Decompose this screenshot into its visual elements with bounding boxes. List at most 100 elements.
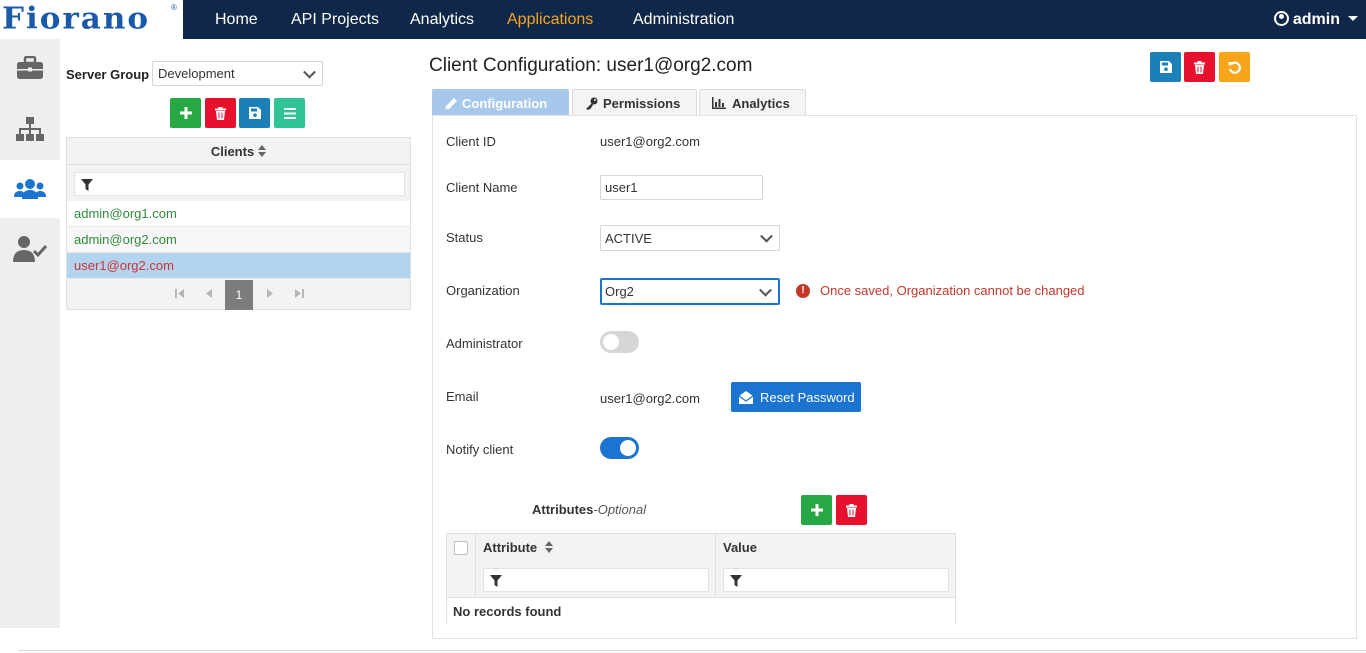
sort-icon[interactable] [258,145,267,157]
first-page-button[interactable] [165,280,193,310]
toggle-knob [603,334,619,350]
first-page-icon [174,289,184,298]
server-group-select[interactable]: Development [152,61,323,86]
client-name-label: Client Name [446,180,518,195]
server-group-label: Server Group [66,67,150,82]
logo-registered-mark: ® [171,3,177,12]
sort-icon[interactable] [545,541,554,553]
add-client-button[interactable] [170,98,201,128]
plus-icon [810,504,823,516]
value-filter-input[interactable] [723,568,949,592]
nav-home[interactable]: Home [215,0,258,39]
clients-filter-row [67,166,410,201]
administrator-toggle[interactable] [600,331,639,353]
clients-filter-input[interactable] [74,172,405,196]
sidebar-item-user-check[interactable] [0,220,60,278]
status-select[interactable]: ACTIVE [600,225,780,251]
last-page-icon [294,289,304,298]
delete-button[interactable] [1184,52,1215,82]
pagination: 1 [67,280,410,310]
clients-grid: Clients admin@org1.com admin@org2.com us… [66,137,411,310]
user-circle-icon [1273,11,1289,26]
attribute-column-header[interactable]: Attribute [483,534,554,561]
logo: Fiorano [2,1,151,37]
icon-sidebar [0,39,60,628]
attribute-header-label: Attribute [483,540,538,555]
save-clients-button[interactable] [239,98,270,128]
filter-icon [490,575,502,587]
client-id-label: Client ID [446,134,496,149]
client-name-value: user1 [605,180,638,195]
notify-client-toggle[interactable] [600,437,639,459]
trash-icon [1194,60,1205,74]
client-id-value: user1@org2.com [600,134,700,149]
delete-client-button[interactable] [205,98,236,128]
pencil-icon [445,98,457,110]
caret-down-icon [1348,16,1358,21]
tab-analytics[interactable]: Analytics [699,89,806,116]
organization-label: Organization [446,283,520,298]
chevron-down-icon [303,65,316,79]
organization-value: Org2 [605,284,634,299]
tab-configuration-label: Configuration [462,96,548,111]
list-item[interactable]: admin@org1.com [67,201,410,227]
nav-analytics[interactable]: Analytics [410,0,474,39]
user-menu[interactable]: admin [1273,0,1358,39]
organization-warning-text: Once saved, Organization cannot be chang… [820,283,1085,298]
list-item-selected[interactable]: user1@org2.com [67,253,410,279]
delete-attribute-button[interactable] [836,495,867,525]
list-icon [283,107,296,119]
organization-warning: ! Once saved, Organization cannot be chan… [796,283,1085,298]
filter-icon [730,575,742,587]
attribute-filter-input[interactable] [483,568,709,592]
server-group-value: Development [158,66,235,81]
nav-api-projects[interactable]: API Projects [291,0,379,39]
briefcase-icon [17,56,43,79]
sidebar-item-briefcase[interactable] [0,39,60,97]
organization-select[interactable]: Org2 [600,278,780,305]
undo-icon [1228,61,1241,74]
exclamation-circle-icon: ! [796,283,810,298]
reset-button[interactable] [1219,52,1250,82]
sidebar-item-sitemap[interactable] [0,100,60,158]
reset-password-button[interactable]: Reset Password [731,382,861,412]
save-icon [1159,61,1172,73]
select-all-checkbox[interactable] [454,541,468,555]
clients-column-header[interactable]: Clients [67,138,410,165]
page-title: Client Configuration: user1@org2.com [429,55,753,76]
prev-page-button[interactable] [195,280,223,310]
list-item[interactable]: admin@org2.com [67,227,410,253]
filter-icon [81,179,93,191]
plus-icon [179,107,192,119]
attributes-optional-label: -Optional [593,502,647,517]
user-name: admin [1292,11,1340,28]
footer-divider [18,650,1366,651]
save-button[interactable] [1150,52,1181,82]
save-icon [248,107,261,119]
current-page[interactable]: 1 [225,280,253,310]
toggle-knob [620,440,636,456]
sitemap-icon [16,117,44,141]
status-value: ACTIVE [605,230,652,246]
client-name-input[interactable]: user1 [600,175,763,200]
tab-configuration[interactable]: Configuration [432,89,569,116]
attributes-grid: Attribute Value No records found [446,533,956,624]
nav-applications[interactable]: Applications [507,0,593,39]
nav-administration[interactable]: Administration [633,0,734,39]
sidebar-item-users[interactable] [0,160,60,218]
logo-container[interactable]: Fiorano ® [0,0,183,39]
envelope-open-icon [739,390,753,404]
chevron-down-icon [760,229,773,243]
users-icon [14,179,46,199]
list-view-button[interactable] [274,98,305,128]
notify-client-label: Notify client [446,442,514,457]
reset-password-label: Reset Password [760,389,855,405]
tab-analytics-label: Analytics [732,96,790,111]
tab-permissions[interactable]: Permissions [572,89,697,116]
last-page-button[interactable] [285,280,313,310]
next-page-button[interactable] [256,280,284,310]
value-column-header[interactable]: Value [723,534,757,561]
add-attribute-button[interactable] [801,495,832,525]
trash-icon [846,503,857,517]
administrator-label: Administrator [446,336,523,351]
